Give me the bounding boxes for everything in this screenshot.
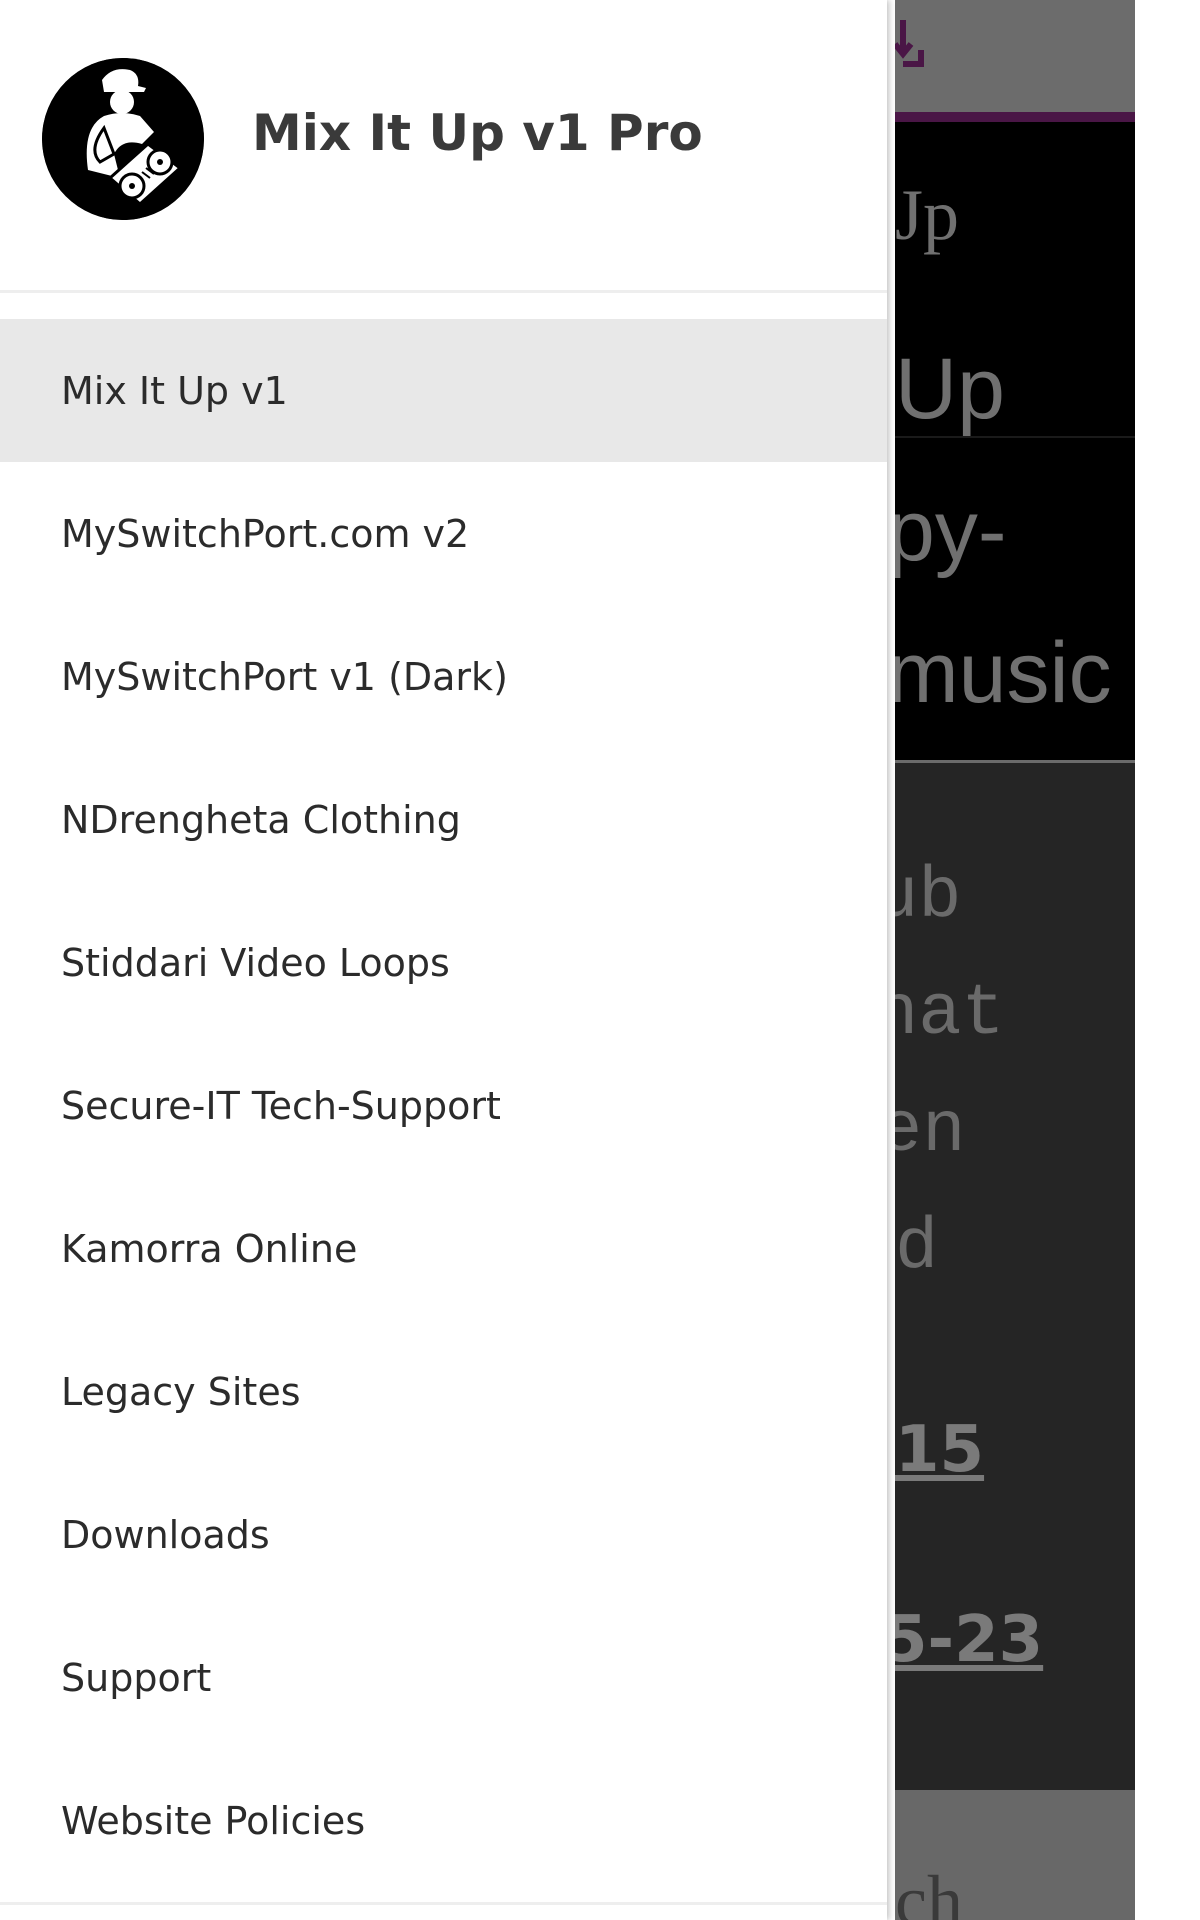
background-body-line-3: en [895,1090,966,1172]
menu-item-label: Downloads [61,1512,270,1557]
background-hero-line-1: Up [895,341,1005,437]
drawer-header: Mix It Up v1 Pro [0,0,887,292]
drawer-menu: Mix It Up v1 MySwitchPort.com v2 MySwitc… [0,319,887,1892]
background-accent-bar [895,112,1135,122]
menu-item-label: Kamorra Online [61,1226,358,1271]
header-divider [0,290,887,293]
menu-item-downloads[interactable]: Downloads [0,1463,887,1606]
background-body-line-1: ub [895,856,962,938]
download-icon [895,20,924,67]
menu-item-legacy-sites[interactable]: Legacy Sites [0,1320,887,1463]
background-header-fragment: Jp [895,175,960,255]
background-link-1[interactable]: 15 [895,1413,984,1487]
menu-item-label: Mix It Up v1 [61,368,288,413]
menu-item-secure-it-tech-support[interactable]: Secure-IT Tech-Support [0,1034,887,1177]
footer-divider [0,1902,887,1905]
menu-item-website-policies[interactable]: Website Policies [0,1749,887,1892]
menu-item-stiddari-video-loops[interactable]: Stiddari Video Loops [0,891,887,1034]
menu-item-label: MySwitchPort v1 (Dark) [61,654,508,699]
background-footer: ch [895,1790,1135,1920]
menu-item-label: Secure-IT Tech-Support [61,1083,501,1128]
menu-item-label: Stiddari Video Loops [61,940,450,985]
background-hero: Jp Up py- music [895,122,1135,760]
dj-logo-icon[interactable] [42,58,204,220]
site-title[interactable]: Mix It Up v1 Pro [252,104,703,162]
menu-item-label: Support [61,1655,212,1700]
navigation-drawer: Mix It Up v1 Pro Mix It Up v1 MySwitchPo… [0,0,887,1920]
menu-item-kamorra-online[interactable]: Kamorra Online [0,1177,887,1320]
background-link-2[interactable]: 5-23 [895,1603,1043,1677]
background-hero-line-3: music [895,625,1112,721]
menu-item-ndrengheta-clothing[interactable]: NDrengheta Clothing [0,748,887,891]
background-footer-fragment: ch [895,1861,963,1920]
background-hero-line-2: py- [895,483,1007,579]
menu-item-support[interactable]: Support [0,1606,887,1749]
background-body-line-4: d [895,1207,939,1289]
background-content: ub hat en d 15 5-23 [895,763,1135,1790]
menu-item-label: NDrengheta Clothing [61,797,461,842]
background-page: Jp Up py- music ub hat en d 15 5-23 ch [895,0,1200,1920]
background-top-bar [895,0,1135,112]
menu-item-label: Legacy Sites [61,1369,301,1414]
background-body-line-2: hat [895,973,1005,1055]
menu-item-label: Website Policies [61,1798,366,1843]
menu-item-label: MySwitchPort.com v2 [61,511,470,556]
menu-item-myswitchport-v2[interactable]: MySwitchPort.com v2 [0,462,887,605]
menu-item-mix-it-up-v1[interactable]: Mix It Up v1 [0,319,887,462]
menu-item-myswitchport-v1-dark[interactable]: MySwitchPort v1 (Dark) [0,605,887,748]
